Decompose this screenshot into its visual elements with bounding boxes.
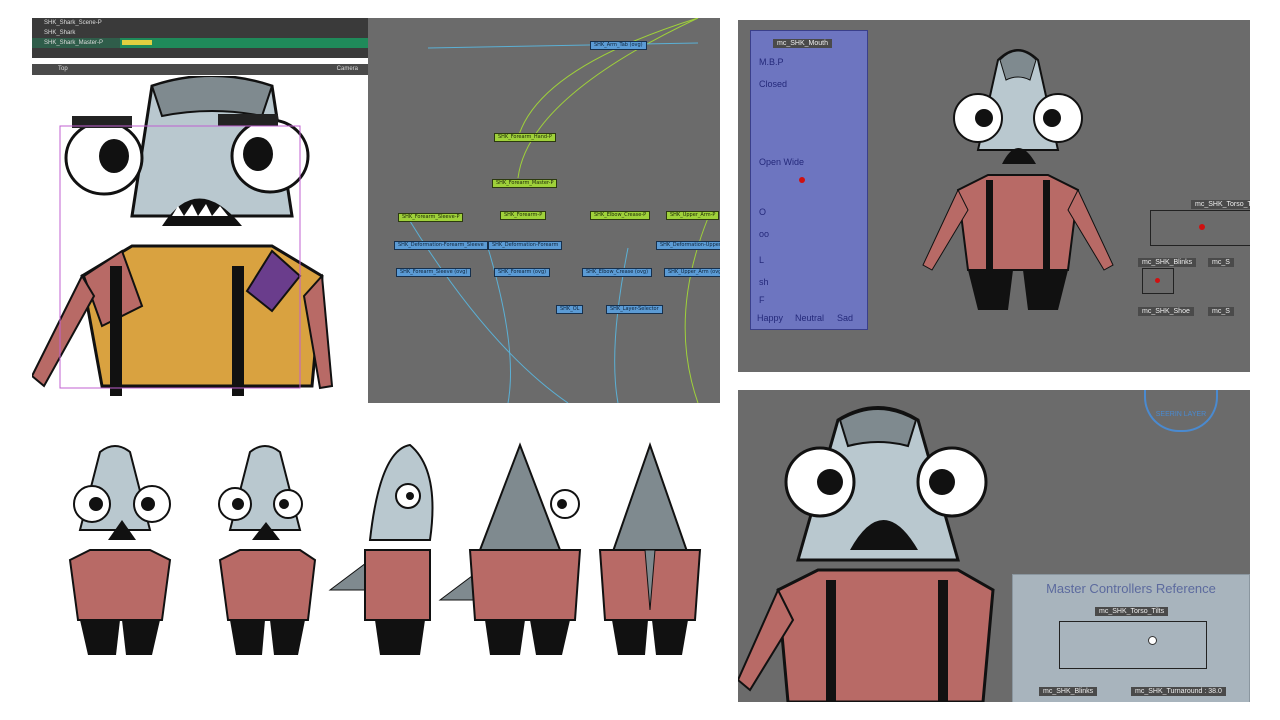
row-open-wide: Open Wide [759,157,805,167]
master-controllers-reference: Master Controllers Reference mc_SHK_Tors… [1012,574,1250,702]
tab-camera[interactable]: Camera [337,64,358,75]
node-upper-arm-ovg[interactable]: SHK_Upper_Arm (ovg) [664,268,720,277]
torso-controller[interactable]: mc_SHK_Torso_Ti [1150,200,1250,246]
blinks-label: mc_SHK_Blinks [1138,258,1197,267]
node-elbow-crease-ovg[interactable]: SHK_Elbow_Crease (ovg) [582,268,653,277]
reference-title: Master Controllers Reference [1046,581,1216,596]
turnaround-side [328,443,434,655]
node-forearm-master[interactable]: SHK_Forearm_Master-P [492,179,558,188]
mouth-handle[interactable] [799,177,805,183]
node-forearm-hand[interactable]: SHK_Forearm_Hand-P [494,133,556,142]
node-view-panel: SHK_Arm_Tab (ovg) SHK_Forearm_Hand-P SHK… [368,18,720,403]
timeline-layer[interactable]: SHK_Shark [32,28,368,38]
torso-tilts-label: mc_SHK_Torso_Tilts [1095,607,1169,616]
torso-handle[interactable] [1199,224,1205,230]
node-deformation-forearm-sleeve[interactable]: SHK_Deformation-Forearm_Sleeve [394,241,488,250]
turnaround-back [598,441,702,655]
mouth-title: mc_SHK_Mouth [773,39,832,48]
node-forearm-sleeve-ovg[interactable]: SHK_Forearm_Sleeve (ovg) [396,268,472,277]
node-forearm-ovg[interactable]: SHK_Forearm (ovg) [494,268,551,277]
torso-label: mc_SHK_Torso_Ti [1191,200,1250,209]
row-l: L [759,255,765,265]
turnaround-label: mc_SHK_Turnaround : 38.0 [1131,687,1226,696]
timeline-frames[interactable] [120,38,368,48]
timeline: SHK_Shark_Scene-P SHK_Shark SHK_Shark_Ma… [32,18,368,58]
extra-label-a: mc_S [1208,258,1234,267]
layer-name: SHK_Shark_Scene-P [44,20,102,26]
mouth-grid[interactable]: mc_SHK_Mouth M.B.P Closed Open Wide O oo… [750,30,868,330]
character-bust [738,406,995,702]
reference-blinks-label: mc_SHK_Blinks [1039,687,1098,696]
node-ol[interactable]: SHK_OL [556,305,584,314]
timeline-layer[interactable]: SHK_Shark_Scene-P [32,18,368,28]
col-sad: Sad [837,313,854,323]
row-closed: Closed [759,79,788,89]
view-tabbar: Top Camera [32,64,368,75]
layer-name: SHK_Shark [44,30,76,36]
layer-name: SHK_Shark_Master-P [44,40,104,46]
shoe-label: mc_SHK_Shoe [1138,307,1194,316]
reference-panel: SEERIN LAYER Master Controllers Referenc… [738,390,1250,702]
timeline-keys [122,40,152,45]
node-forearm-sleeve[interactable]: SHK_Forearm_Sleeve-P [398,213,464,222]
camera-view-panel: SHK_Shark_Scene-P SHK_Shark SHK_Shark_Ma… [32,18,368,403]
blinks-handle[interactable] [1155,278,1160,283]
tab-top[interactable]: Top [58,66,68,72]
node-forearm[interactable]: SHK_Forearm-P [500,211,547,220]
row-mbp: M.B.P [759,57,784,67]
node-upper-arm[interactable]: SHK_Upper_Arm-P [666,211,720,220]
node-deformation-forearm[interactable]: SHK_Deformation-Forearm [488,241,563,250]
row-oo: oo [759,229,770,239]
torso-tilts-controller[interactable] [1059,621,1207,669]
seerin-logo: SEERIN LAYER [1144,390,1218,432]
node-layer-selector[interactable]: SHK_Layer-Selector [606,305,663,314]
node-elbow-crease[interactable]: SHK_Elbow_Crease-P [590,211,651,220]
row-sh: sh [759,277,769,287]
character-turnaround [68,441,702,655]
row-o: O [759,207,767,217]
character-front [922,49,1114,310]
torso-tilts-handle[interactable] [1148,636,1157,645]
turnaround-back-three-quarter [438,442,582,655]
row-f: F [759,295,765,305]
character-closeup [32,76,334,396]
node-deformation-upper-arm[interactable]: SHK_Deformation-Upper_Arm [656,241,720,250]
col-happy: Happy [757,313,784,323]
node-arm-tab[interactable]: SHK_Arm_Tab (ovg) [590,41,647,50]
turnaround-front [68,445,172,655]
blinks-controller[interactable] [1142,268,1174,294]
extra-label-b: mc_S [1208,307,1234,316]
turnaround-three-quarter [218,445,317,655]
col-neutral: Neutral [795,313,825,323]
mouth-controller-panel: mc_SHK_Mouth M.B.P Closed Open Wide O oo… [738,20,1250,372]
